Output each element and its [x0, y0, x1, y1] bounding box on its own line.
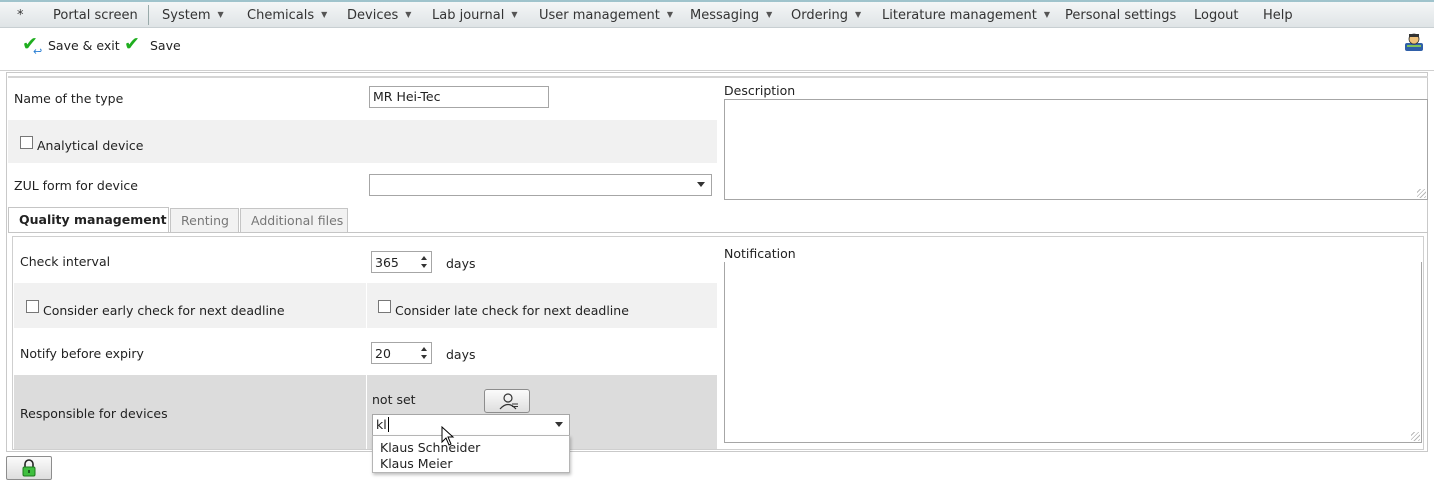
- chevron-down-icon: ▼: [855, 10, 862, 19]
- chevron-down-icon: ▼: [405, 10, 412, 19]
- tab-additional-files[interactable]: Additional files: [240, 208, 348, 232]
- menu-item-star[interactable]: *: [17, 8, 24, 23]
- dropdown-arrow-icon[interactable]: [555, 422, 563, 427]
- toolbar: ✔ ↩ Save & exit ✔ Save: [0, 28, 1434, 71]
- menu-separator: [148, 5, 149, 25]
- main-menu-bar: * Portal screen System ▼ Chemicals ▼ Devic…: [0, 0, 1434, 28]
- late-check-checkbox[interactable]: [378, 300, 391, 313]
- text-caret: [387, 417, 389, 432]
- chevron-down-icon: ▼: [217, 10, 224, 19]
- responsible-status: not set: [372, 392, 416, 407]
- check-interval-spinner[interactable]: 365: [371, 251, 432, 273]
- save-exit-button[interactable]: ✔ ↩ Save & exit: [22, 34, 120, 58]
- menu-item-lab-journal[interactable]: Lab journal ▼: [432, 8, 518, 23]
- check-interval-unit: days: [446, 256, 476, 271]
- user-search-icon: [499, 393, 518, 410]
- exit-arrow-icon: ↩: [33, 45, 43, 58]
- menu-item-messaging[interactable]: Messaging ▼: [690, 8, 772, 23]
- menu-item-user-management[interactable]: User management ▼: [539, 8, 673, 23]
- name-label: Name of the type: [14, 91, 124, 106]
- notification-label: Notification: [724, 246, 796, 261]
- tab-renting[interactable]: Renting: [170, 208, 239, 232]
- chevron-down-icon: ▼: [766, 10, 773, 19]
- resize-grip-icon[interactable]: [1411, 432, 1420, 441]
- lock-button[interactable]: [6, 456, 52, 480]
- notify-label: Notify before expiry: [20, 346, 144, 361]
- check-interval-label: Check interval: [20, 254, 111, 269]
- chevron-down-icon: ▼: [511, 10, 518, 19]
- resize-grip-icon[interactable]: [1417, 189, 1426, 198]
- menu-item-devices[interactable]: Devices ▼: [347, 8, 411, 23]
- spinner-up-icon[interactable]: [421, 256, 427, 260]
- mouse-cursor-icon: [441, 426, 455, 446]
- tab-strip-divider: [8, 232, 1428, 233]
- description-textarea[interactable]: [724, 99, 1428, 200]
- menu-item-literature-management[interactable]: Literature management ▼: [882, 8, 1050, 23]
- zul-label: ZUL form for device: [14, 178, 138, 193]
- spinner-up-icon[interactable]: [421, 347, 427, 351]
- menu-item-personal-settings[interactable]: Personal settings: [1065, 8, 1176, 23]
- early-check-checkbox[interactable]: [26, 300, 39, 313]
- notification-textarea[interactable]: [724, 262, 1422, 443]
- menu-item-portal-screen[interactable]: Portal screen: [53, 8, 138, 23]
- description-label: Description: [724, 83, 796, 98]
- chevron-down-icon: ▼: [666, 10, 674, 19]
- notify-spinner[interactable]: 20: [371, 342, 432, 364]
- lock-icon: [22, 459, 36, 477]
- menu-item-system[interactable]: System ▼: [162, 8, 224, 23]
- save-button[interactable]: ✔ Save: [124, 33, 184, 56]
- analytical-label: Analytical device: [37, 138, 144, 153]
- list-item[interactable]: Klaus Meier: [380, 456, 453, 471]
- column-divider: [366, 283, 367, 328]
- zul-form-select[interactable]: [369, 174, 712, 196]
- checkmark-icon: ✔: [124, 33, 140, 55]
- analytical-checkbox[interactable]: [20, 136, 33, 149]
- menu-item-chemicals[interactable]: Chemicals ▼: [247, 8, 327, 23]
- name-input[interactable]: MR Hei-Tec: [369, 86, 549, 108]
- tab-quality-management[interactable]: Quality management: [8, 207, 169, 233]
- menu-item-logout[interactable]: Logout: [1194, 8, 1239, 23]
- user-profile-icon[interactable]: [1404, 32, 1424, 52]
- notify-unit: days: [446, 347, 476, 362]
- responsible-label: Responsible for devices: [20, 406, 168, 421]
- chevron-down-icon: ▼: [321, 10, 328, 19]
- responsible-combobox[interactable]: kl: [372, 414, 570, 436]
- chevron-down-icon: ▼: [1043, 10, 1051, 19]
- dropdown-arrow-icon: [697, 182, 705, 187]
- menu-item-ordering[interactable]: Ordering ▼: [791, 8, 861, 23]
- select-user-button[interactable]: [484, 389, 530, 413]
- late-check-label: Consider late check for next deadline: [395, 303, 629, 318]
- menu-item-help[interactable]: Help: [1263, 8, 1293, 23]
- spinner-down-icon[interactable]: [421, 264, 427, 268]
- user-suggestion-list: Klaus Schneider Klaus Meier: [372, 435, 570, 473]
- list-item[interactable]: Klaus Schneider: [380, 440, 480, 455]
- early-check-label: Consider early check for next deadline: [43, 303, 285, 318]
- spinner-down-icon[interactable]: [421, 355, 427, 359]
